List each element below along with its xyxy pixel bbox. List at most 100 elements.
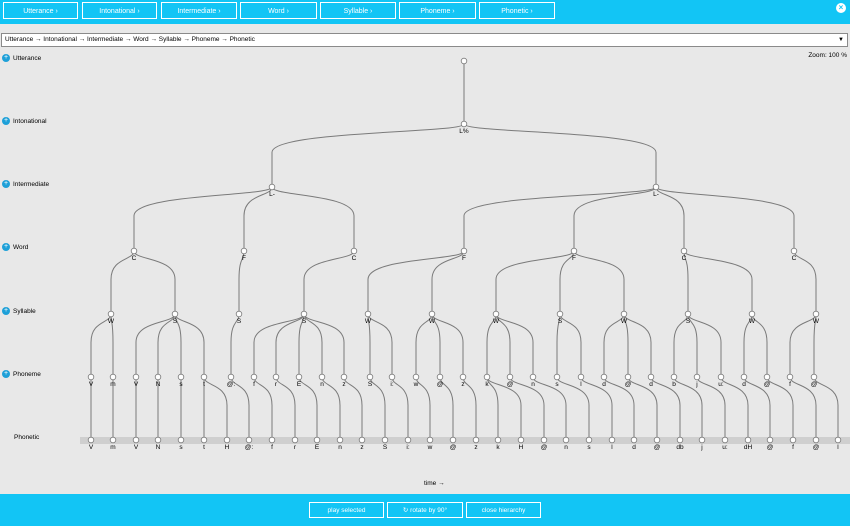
phoneme-node[interactable]	[483, 373, 491, 381]
syllable-node[interactable]	[492, 310, 500, 318]
syllable-node[interactable]	[556, 310, 564, 318]
phonetic-node[interactable]	[268, 436, 276, 444]
phonetic-node[interactable]	[449, 436, 457, 444]
syllable-node[interactable]	[812, 310, 820, 318]
phonetic-node[interactable]	[381, 436, 389, 444]
phoneme-node[interactable]	[412, 373, 420, 381]
word-label: F	[462, 255, 466, 262]
phoneme-node[interactable]	[624, 373, 632, 381]
word-node[interactable]	[790, 247, 798, 255]
phonetic-node[interactable]	[653, 436, 661, 444]
word-node[interactable]	[350, 247, 358, 255]
phoneme-node[interactable]	[272, 373, 280, 381]
phonetic-node[interactable]	[698, 436, 706, 444]
intermediate-node[interactable]	[652, 183, 660, 191]
syllable-label: W	[365, 318, 372, 325]
word-node[interactable]	[680, 247, 688, 255]
phoneme-node[interactable]	[740, 373, 748, 381]
phonetic-node[interactable]	[540, 436, 548, 444]
phonetic-node[interactable]	[676, 436, 684, 444]
phonetic-node[interactable]	[87, 436, 95, 444]
phoneme-node[interactable]	[553, 373, 561, 381]
phoneme-node[interactable]	[388, 373, 396, 381]
phoneme-node[interactable]	[786, 373, 794, 381]
phonetic-node[interactable]	[812, 436, 820, 444]
phonetic-node[interactable]	[744, 436, 752, 444]
close-hierarchy-button[interactable]: close hierarchy	[466, 502, 541, 518]
phonetic-node[interactable]	[766, 436, 774, 444]
syllable-node[interactable]	[107, 310, 115, 318]
phonetic-node[interactable]	[291, 436, 299, 444]
phoneme-node[interactable]	[529, 373, 537, 381]
phoneme-node[interactable]	[459, 373, 467, 381]
syllable-node[interactable]	[620, 310, 628, 318]
bottom-toolbar: play selected ↻ rotate by 90° close hier…	[0, 494, 850, 526]
phoneme-node[interactable]	[200, 373, 208, 381]
phonetic-node[interactable]	[426, 436, 434, 444]
word-node[interactable]	[570, 247, 578, 255]
syllable-node[interactable]	[428, 310, 436, 318]
phonetic-node[interactable]	[200, 436, 208, 444]
phonetic-node[interactable]	[494, 436, 502, 444]
phonetic-node[interactable]	[154, 436, 162, 444]
phonetic-node[interactable]	[404, 436, 412, 444]
phoneme-node[interactable]	[366, 373, 374, 381]
phonetic-node[interactable]	[608, 436, 616, 444]
syllable-node[interactable]	[748, 310, 756, 318]
phoneme-node[interactable]	[647, 373, 655, 381]
tree-edge	[573, 186, 657, 251]
word-label: C	[352, 255, 357, 262]
phoneme-label: @	[625, 381, 632, 388]
phoneme-node[interactable]	[340, 373, 348, 381]
intonational-node[interactable]	[460, 120, 468, 128]
phoneme-node[interactable]	[109, 373, 117, 381]
phonetic-node[interactable]	[313, 436, 321, 444]
phoneme-node[interactable]	[250, 373, 258, 381]
phonetic-node[interactable]	[336, 436, 344, 444]
phonetic-label: k	[496, 444, 500, 451]
phoneme-node[interactable]	[577, 373, 585, 381]
phoneme-node[interactable]	[810, 373, 818, 381]
syllable-node[interactable]	[364, 310, 372, 318]
word-node[interactable]	[130, 247, 138, 255]
syllable-node[interactable]	[235, 310, 243, 318]
syllable-node[interactable]	[171, 310, 179, 318]
phonetic-node[interactable]	[630, 436, 638, 444]
rotate-button[interactable]: ↻ rotate by 90°	[387, 502, 463, 518]
utterance-node[interactable]	[460, 57, 468, 65]
phoneme-node[interactable]	[670, 373, 678, 381]
phoneme-node[interactable]	[132, 373, 140, 381]
intermediate-node[interactable]	[268, 183, 276, 191]
phoneme-node[interactable]	[693, 373, 701, 381]
play-selected-button[interactable]: play selected	[309, 502, 384, 518]
word-node[interactable]	[240, 247, 248, 255]
phoneme-node[interactable]	[717, 373, 725, 381]
phoneme-node[interactable]	[763, 373, 771, 381]
phoneme-node[interactable]	[154, 373, 162, 381]
phonetic-node[interactable]	[585, 436, 593, 444]
phonetic-node[interactable]	[789, 436, 797, 444]
syllable-node[interactable]	[684, 310, 692, 318]
phonetic-label: @	[541, 444, 548, 451]
phonetic-node[interactable]	[562, 436, 570, 444]
phoneme-node[interactable]	[87, 373, 95, 381]
syllable-node[interactable]	[300, 310, 308, 318]
phonetic-node[interactable]	[517, 436, 525, 444]
phonetic-node[interactable]	[358, 436, 366, 444]
phonetic-node[interactable]	[721, 436, 729, 444]
phonetic-node[interactable]	[223, 436, 231, 444]
phonetic-node[interactable]	[177, 436, 185, 444]
phonetic-node[interactable]	[132, 436, 140, 444]
phoneme-node[interactable]	[318, 373, 326, 381]
phonetic-node[interactable]	[472, 436, 480, 444]
phoneme-node[interactable]	[436, 373, 444, 381]
word-node[interactable]	[460, 247, 468, 255]
phonetic-node[interactable]	[834, 436, 842, 444]
phoneme-node[interactable]	[227, 373, 235, 381]
phonetic-node[interactable]	[109, 436, 117, 444]
phoneme-node[interactable]	[295, 373, 303, 381]
phonetic-node[interactable]	[245, 436, 253, 444]
phoneme-node[interactable]	[177, 373, 185, 381]
phoneme-node[interactable]	[506, 373, 514, 381]
phoneme-node[interactable]	[600, 373, 608, 381]
